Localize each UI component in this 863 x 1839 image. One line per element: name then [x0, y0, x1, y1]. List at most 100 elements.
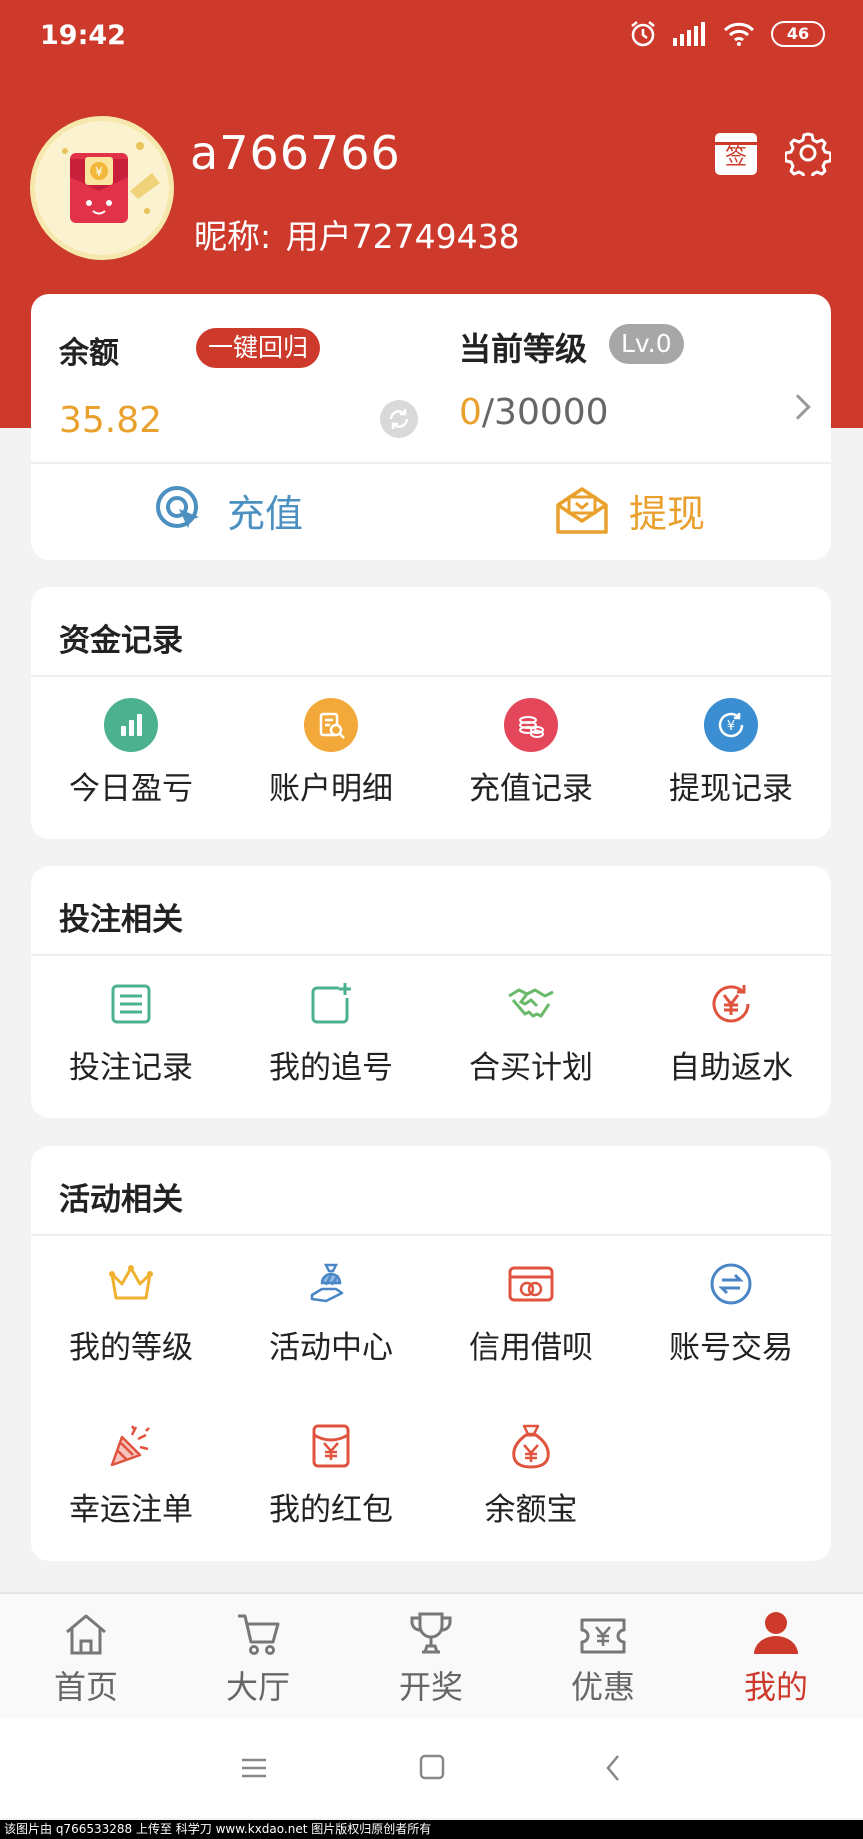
my-red-envelope-item[interactable]: 我的红包 [231, 1418, 431, 1529]
home-icon [0, 1594, 172, 1656]
level-progress[interactable]: 0/30000 [459, 392, 609, 433]
grid-item-label: 合买计划 [469, 1050, 593, 1086]
recharge-button[interactable]: 充值 [153, 480, 303, 540]
battery-icon: 46 [771, 21, 825, 47]
back-icon[interactable] [600, 1748, 628, 1788]
alarm-icon [631, 21, 655, 47]
grid-item-label: 今日盈亏 [69, 771, 193, 807]
tab-label: 我的 [743, 1668, 808, 1706]
bet-records-item[interactable]: 投注记录 [31, 976, 231, 1087]
tab-label: 开奖 [398, 1668, 463, 1706]
balance-value: 35.82 [59, 400, 163, 441]
divider [31, 462, 831, 464]
exchange-icon [703, 1256, 759, 1312]
detail-search-icon [304, 698, 358, 752]
crown-icon [103, 1256, 159, 1312]
nickname-value: 用户72749438 [285, 217, 520, 256]
nickname-label: 昵称: [194, 217, 272, 256]
cart-icon [172, 1594, 344, 1656]
account-card: 余额 一键回归 35.82 当前等级 Lv.0 0/30000 充值 提现 [31, 294, 831, 560]
username: a766766 [190, 126, 401, 180]
grid-item-label: 信用借呗 [469, 1330, 593, 1366]
chevron-right-icon[interactable] [785, 394, 811, 420]
tab-home[interactable]: 首页 [0, 1594, 172, 1720]
withdraw-button[interactable]: 提现 [555, 480, 705, 540]
betting-title: 投注相关 [59, 902, 183, 938]
add-square-icon [303, 976, 359, 1032]
wifi-icon [723, 22, 755, 46]
today-profit-item[interactable]: 今日盈亏 [31, 697, 231, 808]
nickname: 昵称: 用户72749438 [190, 210, 520, 258]
party-popper-icon [103, 1418, 159, 1474]
svg-text:¥: ¥ [95, 165, 103, 179]
bottom-tab-bar: 首页 大厅 开奖 优惠 我的 [0, 1592, 863, 1718]
divider [31, 954, 831, 956]
signal-icon [673, 22, 705, 46]
withdraw-records-item[interactable]: ¥ 提现记录 [631, 697, 831, 808]
checkin-button[interactable]: 签 [715, 133, 757, 175]
avatar[interactable]: ¥ [30, 116, 174, 260]
checkin-label: 签 [724, 145, 747, 170]
grid-item-label: 提现记录 [669, 771, 793, 807]
joint-purchase-item[interactable]: 合买计划 [431, 976, 631, 1087]
watermark: 该图片由 q766533288 上传至 科学刀 www.kxdao.net 图片… [0, 1820, 863, 1839]
account-trade-item[interactable]: 账号交易 [631, 1256, 831, 1367]
grid-item-label: 投注记录 [69, 1050, 193, 1086]
tab-label: 大厅 [225, 1668, 290, 1706]
grid-item-label: 自助返水 [669, 1050, 793, 1086]
grid-item-label: 活动中心 [269, 1330, 393, 1366]
my-level-item[interactable]: 我的等级 [31, 1256, 231, 1367]
funds-records-card: 资金记录 今日盈亏 账户明细 充值记录 ¥ 提现记录 [31, 587, 831, 839]
balance-treasure-item[interactable]: 余额宝 [431, 1418, 631, 1529]
list-icon [103, 976, 159, 1032]
balance-label: 余额 [59, 336, 119, 371]
tab-mine[interactable]: 我的 [690, 1594, 862, 1720]
grid-item-label: 余额宝 [484, 1492, 578, 1528]
credit-card-icon [503, 1256, 559, 1312]
one-click-return-button[interactable]: 一键回归 [196, 328, 321, 368]
recharge-target-icon [156, 486, 199, 528]
menu-icon[interactable] [240, 1748, 268, 1788]
self-rebate-item[interactable]: 自助返水 [631, 976, 831, 1087]
home-square-icon[interactable] [418, 1748, 446, 1788]
status-icons: 46 [629, 20, 825, 48]
tab-promotions[interactable]: 优惠 [517, 1594, 689, 1720]
status-time: 19:42 [40, 20, 126, 51]
account-detail-item[interactable]: 账户明细 [231, 697, 431, 808]
coupon-icon [517, 1594, 689, 1656]
divider [31, 675, 831, 677]
withdraw-envelope-icon [556, 487, 608, 534]
gear-icon[interactable] [785, 130, 831, 176]
grid-item-label: 我的等级 [69, 1330, 193, 1366]
tab-lottery-results[interactable]: 开奖 [345, 1594, 517, 1720]
recharge-records-item[interactable]: 充值记录 [431, 697, 631, 808]
events-card: 活动相关 我的等级 活动中心 信用借呗 账号交易 幸运注单 我的红包 余额宝 [31, 1146, 831, 1561]
credit-loan-item[interactable]: 信用借呗 [431, 1256, 631, 1367]
level-progress-current: 0 [459, 392, 482, 433]
lucky-bet-item[interactable]: 幸运注单 [31, 1418, 231, 1529]
current-level-label: 当前等级 [459, 330, 588, 368]
tab-hall[interactable]: 大厅 [172, 1594, 344, 1720]
grid-item-label: 幸运注单 [69, 1492, 193, 1528]
recharge-label: 充值 [227, 491, 304, 536]
withdraw-label: 提现 [629, 491, 706, 536]
trophy-icon [345, 1594, 517, 1656]
yen-refresh-icon [703, 976, 759, 1032]
svg-text:¥: ¥ [727, 719, 735, 734]
handshake-icon [503, 976, 559, 1032]
gift-hand-icon [303, 1256, 359, 1312]
level-progress-total: /30000 [481, 392, 609, 433]
user-icon [690, 1594, 862, 1656]
system-navigation-bar [0, 1718, 863, 1818]
status-bar: 19:42 46 [0, 0, 863, 72]
activity-center-item[interactable]: 活动中心 [231, 1256, 431, 1367]
refresh-icon[interactable] [380, 400, 418, 438]
my-chase-item[interactable]: 我的追号 [231, 976, 431, 1087]
betting-card: 投注相关 投注记录 我的追号 合买计划 自助返水 [31, 866, 831, 1118]
coins-icon [504, 698, 558, 752]
grid-item-label: 账号交易 [669, 1330, 793, 1366]
grid-item-label: 充值记录 [469, 771, 593, 807]
divider [31, 1234, 831, 1236]
bar-chart-icon [104, 698, 158, 752]
money-bag-icon [503, 1418, 559, 1474]
